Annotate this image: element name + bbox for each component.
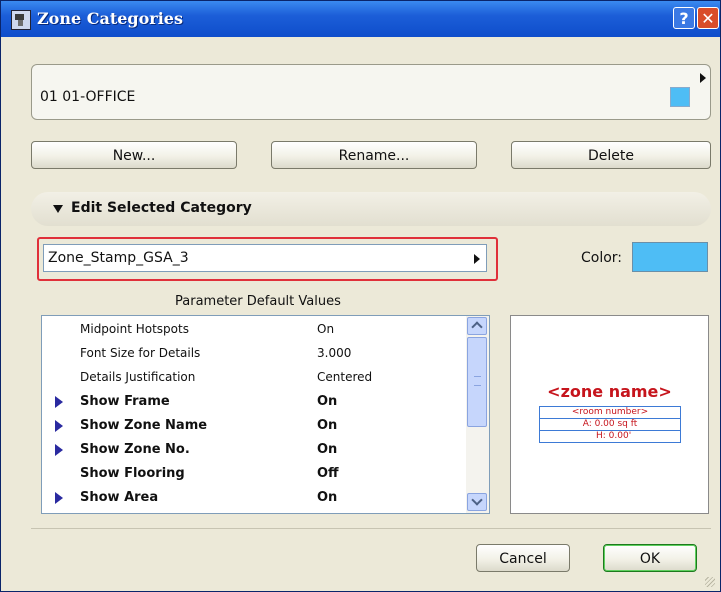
param-name: Font Size for Details	[80, 346, 201, 360]
expand-triangle-icon[interactable]	[55, 420, 63, 432]
expand-triangle-icon[interactable]	[55, 444, 63, 456]
list-item[interactable]: Show Flooring Off	[42, 462, 466, 485]
list-item[interactable]: Show Frame On	[42, 390, 466, 413]
vertical-scrollbar[interactable]	[466, 316, 489, 513]
preview-zone-name: <zone name>	[547, 382, 672, 401]
param-value[interactable]: On	[317, 322, 334, 336]
close-button[interactable]: ✕	[697, 7, 719, 29]
category-color-swatch	[670, 87, 690, 107]
param-name: Midpoint Hotspots	[80, 322, 189, 336]
edit-selected-category-header[interactable]: Edit Selected Category	[31, 192, 711, 226]
stamp-preview: <zone name> <room number> A: 0.00 sq ft …	[510, 315, 709, 514]
param-value[interactable]: On	[317, 490, 337, 505]
scroll-thumb[interactable]	[467, 337, 487, 427]
param-name: Details Justification	[80, 370, 196, 384]
archicad-app-icon	[11, 10, 31, 30]
delete-button[interactable]: Delete	[511, 141, 711, 169]
param-value[interactable]: On	[317, 418, 337, 433]
list-item[interactable]: Show Area On	[42, 486, 466, 509]
parameter-list[interactable]: Midpoint Hotspots On Font Size for Detai…	[41, 315, 490, 514]
list-item[interactable]: Show Zone No. On	[42, 438, 466, 461]
param-value[interactable]: Centered	[317, 370, 372, 384]
preview-stamp-table: <room number> A: 0.00 sq ft H: 0.00'	[539, 406, 681, 443]
list-item[interactable]: Show Zone Name On	[42, 414, 466, 437]
param-value[interactable]: On	[317, 394, 337, 409]
color-swatch-button[interactable]	[632, 242, 708, 272]
param-name: Show Flooring	[80, 466, 185, 481]
stamp-popup-arrow-icon[interactable]	[474, 254, 480, 264]
param-value[interactable]: 3.000	[317, 346, 351, 360]
param-name: Show Area	[80, 490, 159, 505]
list-item[interactable]: Midpoint Hotspots On	[42, 318, 466, 341]
resize-grip-icon[interactable]	[705, 577, 715, 587]
rename-button[interactable]: Rename...	[271, 141, 477, 169]
param-name: Show Frame	[80, 394, 170, 409]
title-bar[interactable]: Zone Categories ? ✕	[1, 1, 720, 37]
color-label: Color:	[581, 250, 623, 266]
category-current: 01 01-OFFICE	[40, 89, 136, 105]
collapse-triangle-icon[interactable]	[53, 205, 63, 213]
list-item[interactable]: Font Size for Details 3.000	[42, 342, 466, 365]
preview-height: H: 0.00'	[596, 431, 632, 441]
window-title: Zone Categories	[37, 9, 183, 28]
list-item[interactable]: Details Justification Centered	[42, 366, 466, 389]
zone-stamp-selector[interactable]: Zone_Stamp_GSA_3	[43, 244, 487, 272]
param-name: Show Zone No.	[80, 442, 190, 457]
param-value[interactable]: On	[317, 442, 337, 457]
preview-area: A: 0.00 sq ft	[540, 419, 680, 431]
scroll-up-icon[interactable]	[467, 317, 487, 335]
parameter-list-title: Parameter Default Values	[175, 294, 341, 309]
preview-room-number: <room number>	[540, 407, 680, 419]
cancel-button[interactable]: Cancel	[476, 544, 570, 572]
category-popup-arrow-icon[interactable]	[700, 73, 706, 83]
edit-section-title: Edit Selected Category	[71, 200, 252, 216]
param-value[interactable]: Off	[317, 466, 339, 481]
zone-stamp-value: Zone_Stamp_GSA_3	[48, 250, 189, 266]
expand-triangle-icon[interactable]	[55, 492, 63, 504]
ok-button[interactable]: OK	[603, 544, 697, 572]
zone-categories-dialog: Zone Categories ? ✕ 01 01-OFFICE New... …	[0, 0, 721, 592]
param-name: Show Zone Name	[80, 418, 208, 433]
help-button[interactable]: ?	[673, 7, 695, 29]
scroll-down-icon[interactable]	[467, 493, 487, 511]
category-selector[interactable]: 01 01-OFFICE	[31, 64, 711, 120]
new-button[interactable]: New...	[31, 141, 237, 169]
expand-triangle-icon[interactable]	[55, 396, 63, 408]
